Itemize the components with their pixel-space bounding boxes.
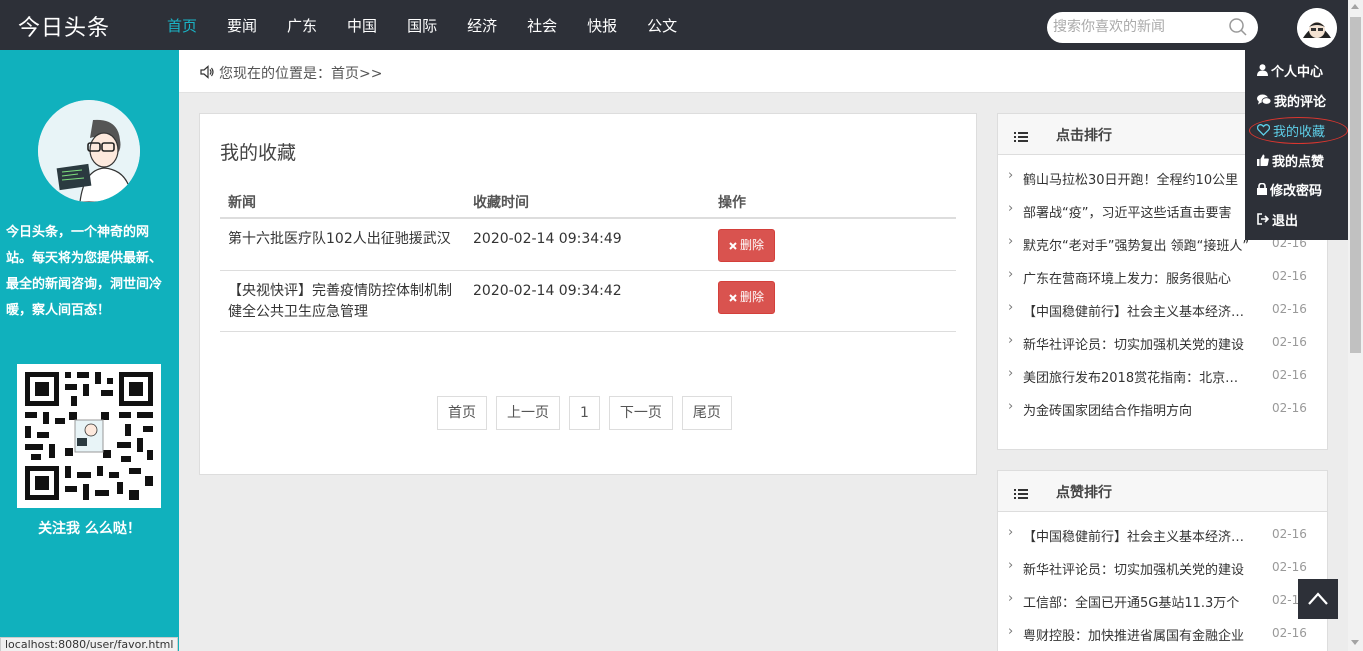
close-icon — [729, 241, 737, 250]
scroll-up-arrow[interactable] — [1351, 4, 1359, 9]
menu-likes[interactable]: 我的点赞 — [1257, 149, 1324, 171]
delete-button[interactable]: 删除 — [718, 281, 776, 314]
menu-change-password[interactable]: 修改密码 — [1257, 178, 1322, 200]
chevron-right-icon: › — [1008, 234, 1014, 249]
list-item[interactable]: › 新华社评论员：切实加强机关党的建设 02-16 — [998, 330, 1327, 363]
comments-icon — [1257, 94, 1271, 105]
list-icon — [1014, 485, 1028, 504]
favorites-table: 新闻 收藏时间 操作 第十六批医疗队102人出征驰援武汉 2020-02-14 … — [220, 186, 956, 332]
page-current[interactable]: 1 — [569, 396, 600, 430]
nav-guangdong[interactable]: 广东 — [272, 0, 332, 50]
scroll-thumb[interactable] — [1350, 17, 1361, 353]
page-next[interactable]: 下一页 — [608, 396, 673, 430]
action-cell: 删除 — [710, 218, 956, 271]
status-url: localhost:8080/user/favor.html — [0, 637, 179, 651]
page-title: 我的收藏 — [220, 142, 297, 164]
column-time: 收藏时间 — [465, 186, 710, 219]
heart-icon — [1257, 124, 1270, 136]
chevron-right-icon: › — [1008, 333, 1014, 348]
user-avatar[interactable] — [1297, 8, 1337, 48]
user-dropdown-menu: 个人中心 我的评论 我的收藏 我的点赞 修改密码 退出 — [1245, 50, 1348, 240]
chevron-right-icon: › — [1008, 591, 1014, 606]
chevron-right-icon: › — [1008, 366, 1014, 381]
column-action: 操作 — [710, 186, 956, 219]
table-row: 【央视快评】完善疫情防控体制机制 健全公共卫生应急管理 2020-02-14 0… — [220, 270, 956, 332]
pagination: 首页 上一页 1 下一页 尾页 — [437, 396, 732, 430]
chevron-right-icon: › — [1008, 399, 1014, 414]
lock-icon — [1257, 183, 1267, 195]
close-icon — [729, 293, 737, 302]
nav-official[interactable]: 公文 — [632, 0, 692, 50]
list-item[interactable]: › 【中国稳健前行】社会主义基本经济制度 02-16 — [998, 522, 1327, 555]
search-box — [1047, 12, 1258, 43]
menu-logout[interactable]: 退出 — [1257, 208, 1298, 230]
scroll-down-arrow[interactable] — [1351, 640, 1359, 645]
list-icon — [1014, 128, 1028, 147]
list-item[interactable]: › 为金砖国家团结合作指明方向 02-16 — [998, 396, 1327, 429]
favorite-news-title[interactable]: 【央视快评】完善疫情防控体制机制 健全公共卫生应急管理 — [220, 270, 465, 332]
page-prev[interactable]: 上一页 — [496, 396, 560, 430]
qr-code — [17, 364, 161, 508]
menu-comments[interactable]: 我的评论 — [1257, 89, 1326, 111]
left-sidebar: 今日头条，一个神奇的网站。每天将为您提供最新、最全的新闻咨询，洞世间冷暖，察人间… — [0, 50, 179, 651]
list-item[interactable]: › 【中国稳健前行】社会主义基本经济制度 02-16 — [998, 297, 1327, 330]
favorite-time: 2020-02-14 09:34:42 — [465, 270, 710, 332]
nav-important[interactable]: 要闻 — [212, 0, 272, 50]
top-navbar: 今日头条 首页 要闻 广东 中国 国际 经济 社会 快报 公文 — [0, 0, 1348, 50]
like-rank-title: 点赞排行 — [1056, 485, 1112, 501]
chevron-right-icon: › — [1008, 267, 1014, 282]
action-cell: 删除 — [710, 270, 956, 332]
delete-label: 删除 — [740, 238, 765, 252]
author-avatar — [38, 100, 140, 202]
search-icon[interactable] — [1228, 17, 1248, 41]
favorites-panel: 我的收藏 新闻 收藏时间 操作 第十六批医疗队102人出征驰援武汉 2020-0… — [199, 113, 977, 475]
favorite-news-title[interactable]: 第十六批医疗队102人出征驰援武汉 — [220, 218, 465, 271]
nav-international[interactable]: 国际 — [392, 0, 452, 50]
breadcrumb-text: 您现在的位置是：首页>> — [219, 66, 383, 82]
speaker-icon — [199, 64, 215, 84]
chevron-right-icon: › — [1008, 168, 1014, 183]
menu-favorites[interactable]: 我的收藏 — [1257, 119, 1325, 141]
list-item[interactable]: › 美团旅行发布2018赏花指南：北京最热 02-16 — [998, 363, 1327, 396]
click-rank-title: 点击排行 — [1056, 128, 1112, 144]
chevron-right-icon: › — [1008, 525, 1014, 540]
like-rank-panel: 点赞排行 › 【中国稳健前行】社会主义基本经济制度 02-16 › 新华社评论员：切实… — [997, 470, 1328, 651]
chevron-right-icon: › — [1008, 201, 1014, 216]
main-nav: 首页 要闻 广东 中国 国际 经济 社会 快报 公文 — [152, 0, 692, 50]
user-icon — [1257, 64, 1268, 76]
chevron-up-icon — [1308, 592, 1328, 605]
nav-china[interactable]: 中国 — [332, 0, 392, 50]
thumbs-up-icon — [1257, 154, 1269, 166]
list-item[interactable]: › 新华社评论员：切实加强机关党的建设 02-16 — [998, 555, 1327, 588]
delete-button[interactable]: 删除 — [718, 229, 776, 262]
list-item[interactable]: › 工信部：全国已开通5G基站11.3万个 02-1 — [998, 588, 1327, 621]
menu-profile[interactable]: 个人中心 — [1257, 59, 1323, 81]
delete-label: 删除 — [740, 290, 765, 304]
chevron-right-icon: › — [1008, 624, 1014, 639]
page-last[interactable]: 尾页 — [681, 396, 732, 430]
site-logo[interactable]: 今日头条 — [18, 10, 110, 42]
breadcrumb: 您现在的位置是：首页>> — [179, 50, 1348, 93]
site-description: 今日头条，一个神奇的网站。每天将为您提供最新、最全的新闻咨询，洞世间冷暖，察人间… — [6, 225, 163, 318]
back-to-top-button[interactable] — [1298, 579, 1338, 619]
search-input[interactable] — [1053, 17, 1223, 37]
list-item[interactable]: › 广东在营商环境上发力：服务很贴心 02-16 — [998, 264, 1327, 297]
column-news: 新闻 — [220, 186, 465, 219]
page-scrollbar[interactable] — [1348, 0, 1363, 651]
table-row: 第十六批医疗队102人出征驰援武汉 2020-02-14 09:34:49 删除 — [220, 218, 956, 271]
like-rank-list: › 【中国稳健前行】社会主义基本经济制度 02-16 › 新华社评论员：切实加强机关党… — [998, 512, 1327, 651]
page-first[interactable]: 首页 — [437, 396, 487, 430]
nav-flash[interactable]: 快报 — [572, 0, 632, 50]
list-item[interactable]: › 粤财控股：加快推进省属国有金融企业 02-16 — [998, 621, 1327, 651]
table-header-row: 新闻 收藏时间 操作 — [220, 186, 956, 219]
chevron-right-icon: › — [1008, 300, 1014, 315]
nav-home[interactable]: 首页 — [152, 0, 212, 50]
sign-out-icon — [1257, 213, 1269, 225]
like-rank-header: 点赞排行 — [998, 471, 1327, 512]
favorite-time: 2020-02-14 09:34:49 — [465, 218, 710, 271]
chevron-right-icon: › — [1008, 558, 1014, 573]
nav-economy[interactable]: 经济 — [452, 0, 512, 50]
follow-text: 关注我 么么哒！ — [38, 521, 141, 537]
nav-society[interactable]: 社会 — [512, 0, 572, 50]
